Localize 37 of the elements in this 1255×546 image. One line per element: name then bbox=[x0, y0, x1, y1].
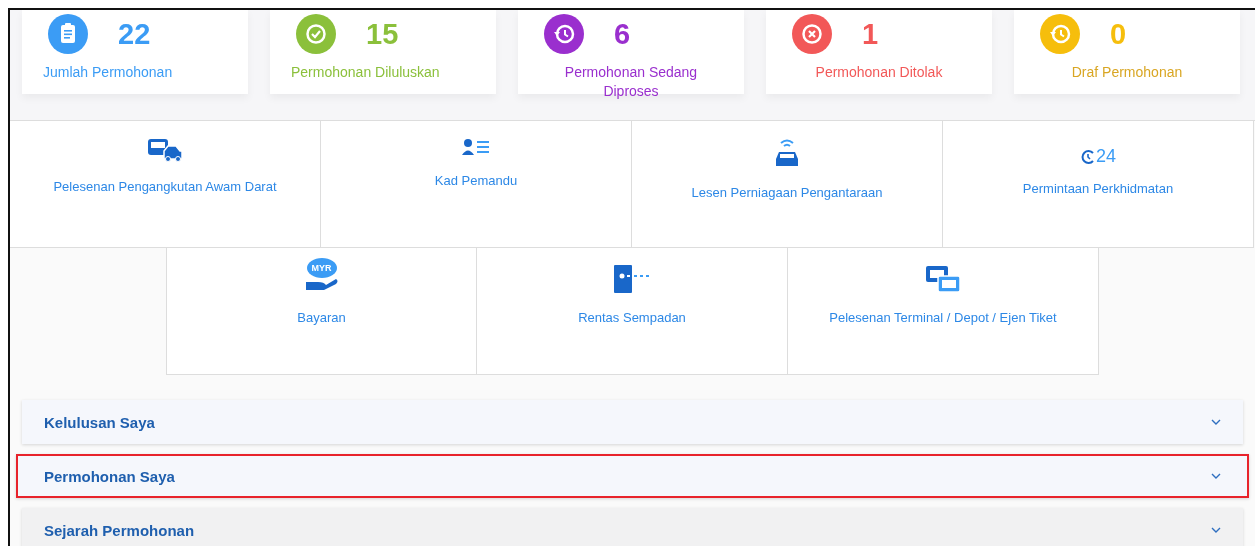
section-title: Kelulusan Saya bbox=[44, 413, 155, 431]
accordion-header[interactable]: Permohonan Saya bbox=[16, 454, 1249, 498]
accordion-header[interactable]: Sejarah Permohonan bbox=[22, 508, 1243, 546]
stat-count: 1 bbox=[862, 17, 879, 51]
chevron-icon bbox=[1211, 419, 1221, 425]
accordion-header[interactable]: Kelulusan Saya bbox=[22, 400, 1243, 444]
stat-label: Permohonan Ditolak bbox=[815, 63, 943, 82]
stat-count: 15 bbox=[366, 17, 399, 51]
service-tile[interactable]: 24 Permintaan Perkhidmatan bbox=[943, 121, 1254, 248]
chevron-icon bbox=[1211, 473, 1221, 479]
service-label: Permintaan Perkhidmatan bbox=[1022, 181, 1174, 196]
service-tile[interactable]: Lesen Perniagaan Pengantaraan bbox=[632, 121, 943, 248]
service-label: Bayaran bbox=[297, 310, 346, 325]
section-title: Permohonan Saya bbox=[44, 467, 175, 485]
service-tile[interactable]: Pelesenan Pengangkutan Awam Darat bbox=[10, 121, 321, 248]
chevron-icon bbox=[1211, 527, 1221, 533]
service-tile[interactable]: Pelesenan Terminal / Depot / Ejen Tiket bbox=[788, 248, 1099, 375]
gate-icon bbox=[612, 264, 652, 294]
section-title: Sejarah Permohonan bbox=[44, 521, 195, 539]
stat-label: Jumlah Permohonan bbox=[42, 63, 173, 82]
vehicles-icon bbox=[146, 137, 184, 163]
stat-count: 22 bbox=[118, 17, 151, 51]
service-label: Rentas Sempadan bbox=[578, 310, 686, 325]
user-list-icon bbox=[461, 137, 491, 157]
service-tile[interactable]: MYR Bayaran bbox=[166, 248, 477, 375]
tickets-icon bbox=[924, 264, 962, 294]
stat-label: Permohonan Sedang Diproses bbox=[563, 63, 699, 101]
service-label: Pelesenan Terminal / Depot / Ejen Tiket bbox=[829, 310, 1057, 325]
service-tile[interactable]: Rentas Sempadan bbox=[477, 248, 788, 375]
stat-label: Permohonan Diluluskan bbox=[290, 63, 440, 82]
service-tile[interactable]: Kad Pemandu bbox=[321, 121, 632, 248]
service-label: Pelesenan Pengangkutan Awam Darat bbox=[53, 179, 277, 194]
service-label: Lesen Perniagaan Pengantaraan bbox=[691, 185, 883, 200]
stat-label: Draf Permohonan bbox=[1071, 63, 1183, 82]
service-label: Kad Pemandu bbox=[434, 173, 518, 188]
stat-count: 6 bbox=[614, 17, 631, 51]
stat-count: 0 bbox=[1110, 17, 1127, 51]
